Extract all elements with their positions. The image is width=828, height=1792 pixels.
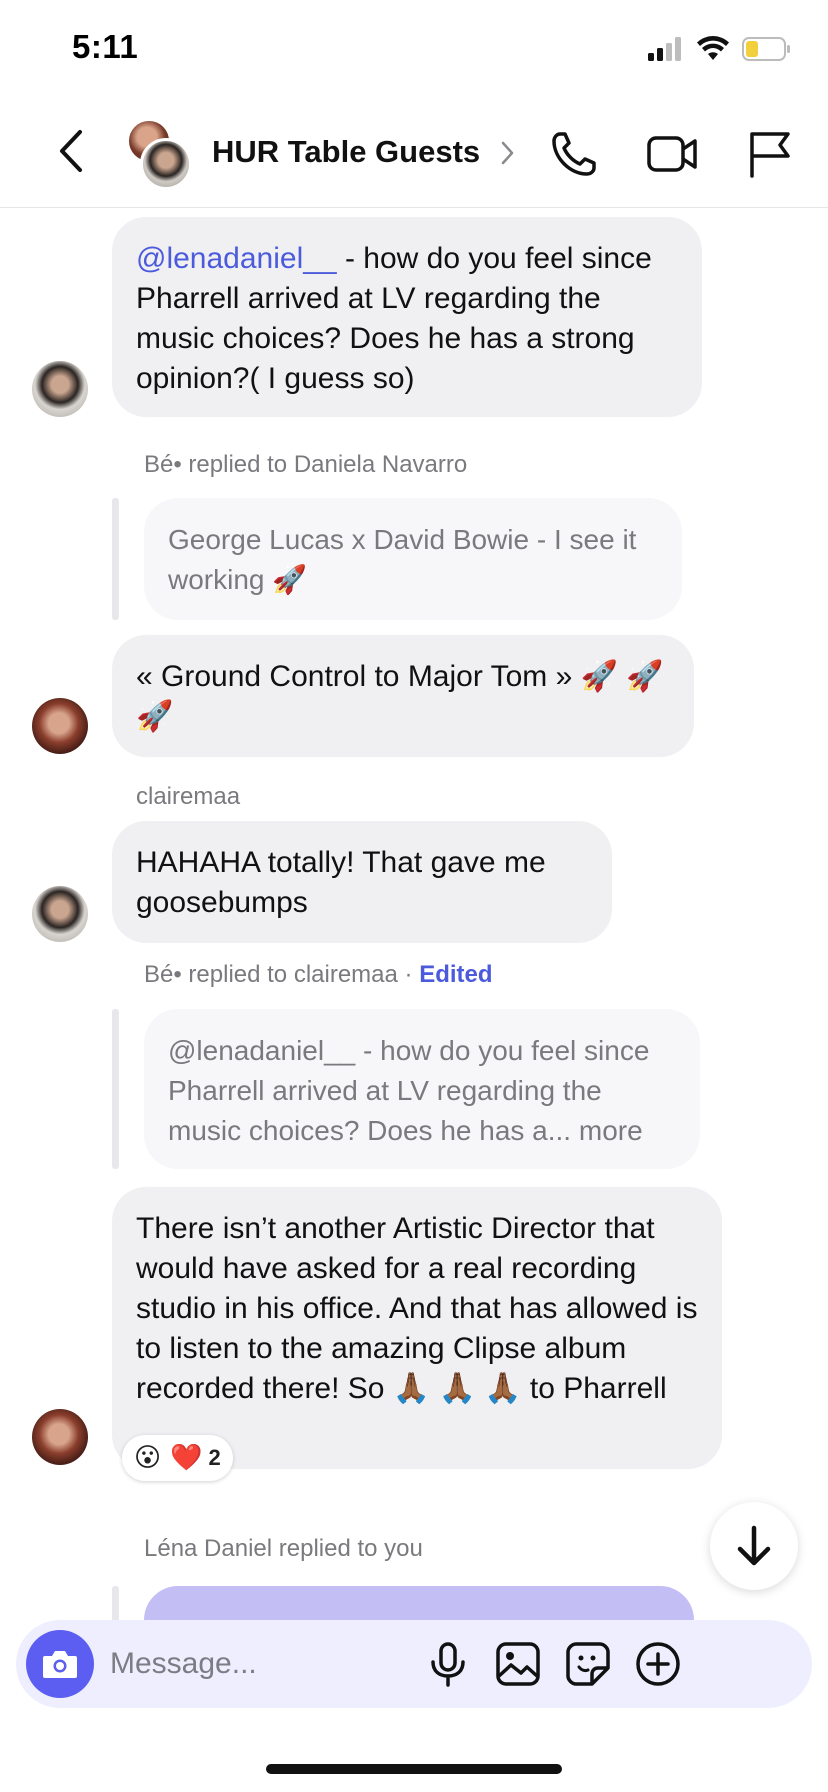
quote-bar bbox=[112, 1009, 119, 1169]
message-bubble[interactable]: « Ground Control to Major Tom » 🚀 🚀 🚀 bbox=[112, 635, 694, 757]
message-list[interactable]: @lenadaniel__ - how do you feel since Ph… bbox=[0, 209, 828, 1620]
chevron-right-icon bbox=[501, 141, 514, 165]
reply-meta: Bé• replied to Daniela Navarro bbox=[144, 451, 468, 478]
status-time: 5:11 bbox=[72, 28, 139, 65]
group-avatar[interactable] bbox=[126, 118, 196, 190]
avatar[interactable] bbox=[32, 1409, 88, 1465]
avatar[interactable] bbox=[32, 361, 88, 417]
reply-meta-text: Bé• replied to clairemaa bbox=[144, 961, 398, 988]
arrow-down-icon bbox=[737, 1525, 771, 1566]
avatar[interactable] bbox=[32, 698, 88, 754]
message-bubble[interactable]: @lenadaniel__ - how do you feel since Ph… bbox=[112, 217, 702, 417]
image-icon[interactable] bbox=[494, 1640, 542, 1688]
reaction-emojis: 😮 ❤️ bbox=[134, 1443, 203, 1473]
cellular-signal-icon bbox=[648, 37, 681, 61]
quote-bar bbox=[112, 498, 119, 620]
message-bubble[interactable]: There isn’t another Artistic Director th… bbox=[112, 1187, 722, 1469]
chat-header: HUR Table Guests bbox=[0, 100, 828, 208]
phone-icon[interactable] bbox=[548, 128, 600, 180]
wifi-icon bbox=[697, 36, 729, 60]
camera-button[interactable] bbox=[26, 1630, 94, 1698]
group-title[interactable]: HUR Table Guests bbox=[212, 134, 480, 170]
mic-icon[interactable] bbox=[424, 1640, 472, 1688]
quote-bar bbox=[112, 1586, 119, 1620]
message-composer bbox=[16, 1620, 812, 1708]
sticker-icon[interactable] bbox=[564, 1640, 612, 1688]
mention[interactable]: @lenadaniel__ bbox=[136, 242, 337, 275]
message-bubble[interactable]: HAHAHA totally! That gave me goosebumps bbox=[112, 821, 612, 943]
reply-meta: Bé• replied to clairemaa · Edited bbox=[144, 961, 493, 988]
status-bar: 5:11 bbox=[0, 0, 828, 100]
message-input[interactable] bbox=[110, 1642, 470, 1686]
status-icons bbox=[648, 36, 792, 62]
video-icon[interactable] bbox=[646, 128, 698, 180]
avatar bbox=[140, 138, 192, 190]
reply-meta: Léna Daniel replied to you bbox=[144, 1535, 423, 1562]
quoted-message[interactable]: George Lucas x David Bowie - I see it wo… bbox=[144, 498, 682, 620]
message-text: There isn’t another Artistic Director th… bbox=[136, 1212, 698, 1405]
camera-icon bbox=[43, 1651, 77, 1678]
battery-icon bbox=[742, 37, 790, 61]
back-button[interactable] bbox=[52, 126, 92, 176]
scroll-to-bottom-button[interactable] bbox=[710, 1502, 798, 1590]
quoted-message[interactable]: @lenadaniel__ - how do you feel since Ph… bbox=[144, 1009, 700, 1169]
flag-icon[interactable] bbox=[744, 128, 796, 180]
avatar[interactable] bbox=[32, 886, 88, 942]
message-text: « Ground Control to Major Tom » 🚀 🚀 🚀 bbox=[136, 660, 664, 733]
message-bubble-own[interactable] bbox=[144, 1586, 694, 1620]
reaction-count: 2 bbox=[208, 1445, 221, 1470]
edited-label: Edited bbox=[419, 961, 493, 988]
plus-icon[interactable] bbox=[634, 1640, 682, 1688]
home-indicator[interactable] bbox=[266, 1764, 562, 1774]
back-icon bbox=[60, 130, 82, 172]
sender-name: clairemaa bbox=[136, 783, 241, 810]
reaction-pill[interactable]: 😮 ❤️ 2 bbox=[122, 1435, 233, 1481]
message-text: HAHAHA totally! That gave me goosebumps bbox=[136, 846, 546, 919]
